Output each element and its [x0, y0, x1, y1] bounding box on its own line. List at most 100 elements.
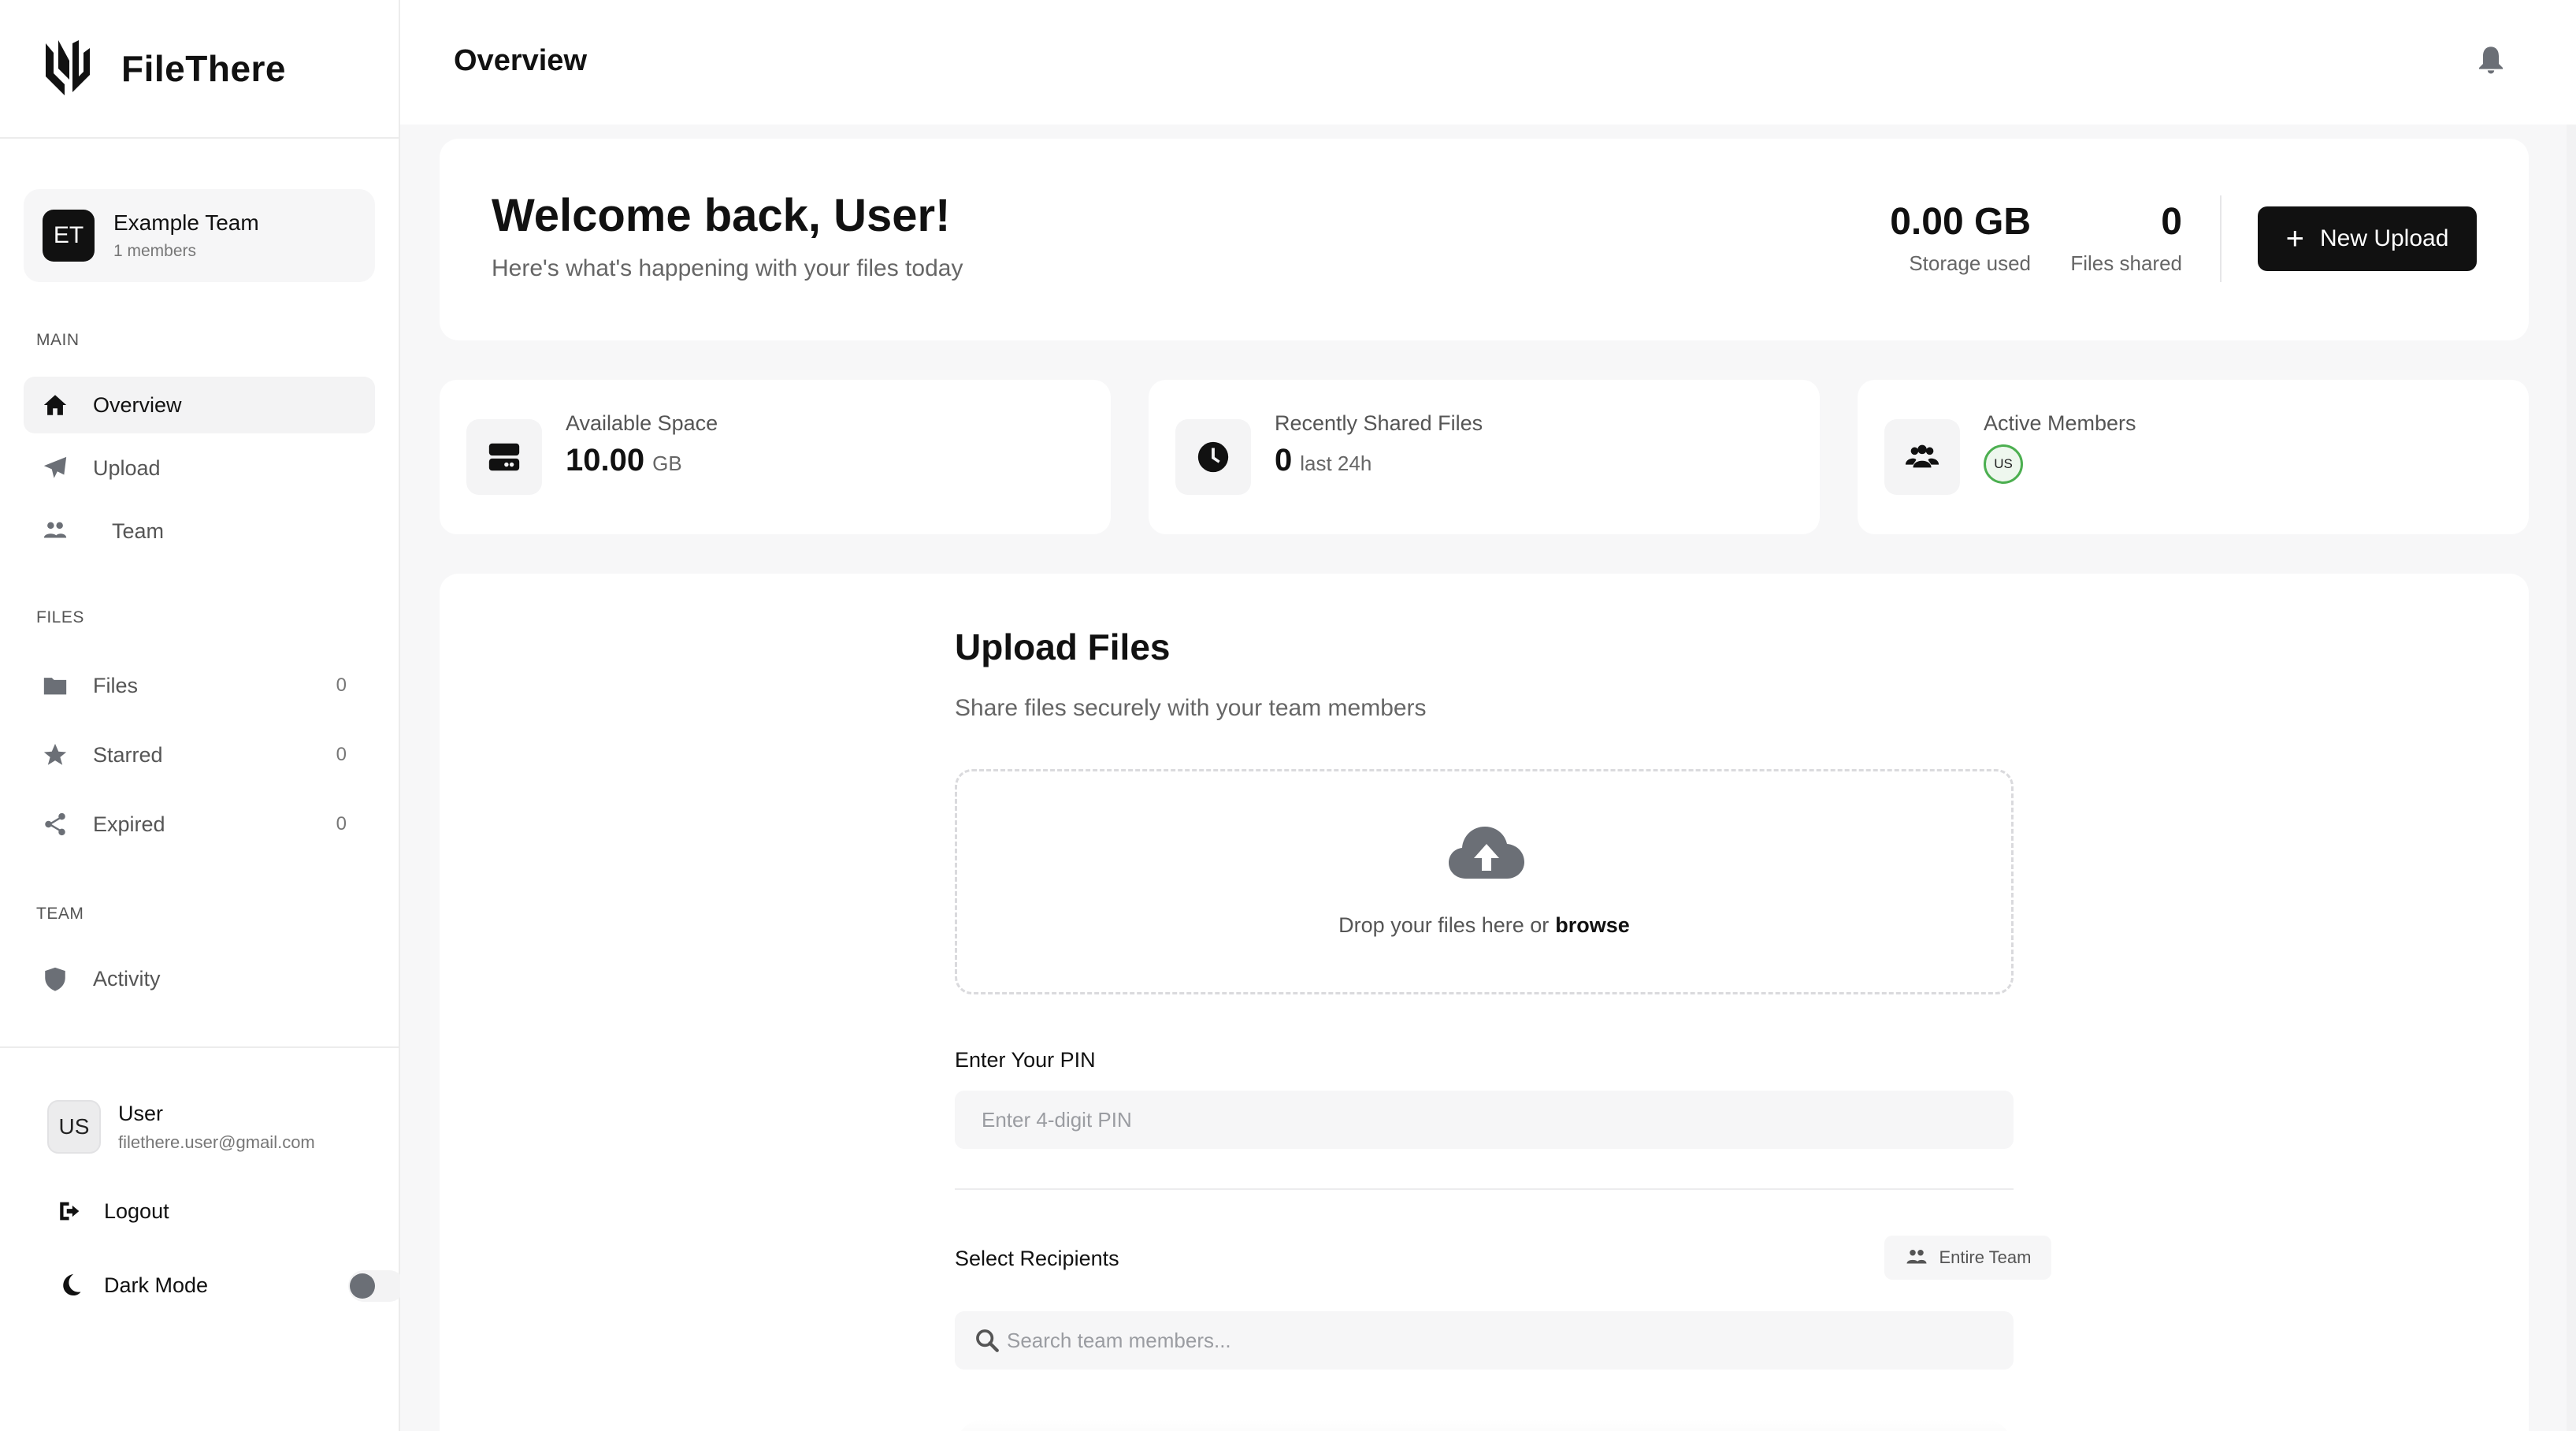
welcome-subtitle: Here's what's happening with your files …: [492, 255, 963, 281]
user-profile[interactable]: US User filethere.user@gmail.com: [47, 1100, 315, 1154]
clock-icon: [1175, 419, 1251, 495]
users-icon: [1906, 1250, 1926, 1264]
notifications-button[interactable]: [2475, 44, 2507, 76]
dark-mode-row: Dark Mode: [57, 1270, 405, 1302]
available-space-value: 10.00: [566, 443, 645, 478]
users-icon: [1884, 419, 1960, 495]
server-icon: [466, 419, 542, 495]
upload-panel: Upload Files Share files securely with y…: [440, 574, 2529, 1431]
sidebar-item-upload[interactable]: Upload: [24, 440, 375, 496]
home-icon: [39, 389, 71, 421]
sidebar-item-overview[interactable]: Overview: [24, 377, 375, 433]
shield-icon: [39, 963, 71, 994]
pin-input[interactable]: [955, 1091, 2014, 1149]
sidebar-item-label: Team: [112, 519, 165, 543]
team-member-count: 1 members: [113, 242, 197, 260]
upload-title: Upload Files: [955, 626, 1171, 667]
sidebar-item-label: Starred: [93, 742, 163, 767]
recipients-label: Select Recipients: [955, 1247, 1119, 1270]
filethere-logo-icon: [46, 40, 90, 95]
entire-team-button[interactable]: Entire Team: [1884, 1236, 2051, 1280]
files-shared-value: 0: [2161, 201, 2182, 243]
page-title: Overview: [454, 44, 587, 77]
upload-subtitle: Share files securely with your team memb…: [955, 695, 1427, 721]
user-email: filethere.user@gmail.com: [118, 1132, 315, 1152]
sidebar-item-label: Overview: [93, 392, 182, 417]
available-space-card: Available Space 10.00 GB: [440, 380, 1111, 534]
plus-icon: +: [2285, 221, 2304, 256]
share-nodes-icon: [39, 808, 71, 840]
scrollbar[interactable]: [2567, 125, 2576, 1431]
browse-link[interactable]: browse: [1555, 913, 1630, 937]
welcome-card: Welcome back, User! Here's what's happen…: [440, 139, 2529, 340]
search-icon: [976, 1329, 999, 1352]
recently-shared-value: 0: [1275, 443, 1293, 478]
sidebar-item-label: Files: [93, 673, 139, 697]
storage-used-value: 0.00 GB: [1890, 201, 2031, 243]
section-label-team: TEAM: [36, 905, 84, 923]
dark-mode-label: Dark Mode: [104, 1273, 209, 1297]
file-dropzone[interactable]: Drop your files here or browse: [955, 769, 2014, 994]
logout-icon: [60, 1202, 80, 1221]
sidebar-item-team[interactable]: Team: [24, 503, 375, 559]
files-shared-stat: 0 Files shared: [2070, 200, 2182, 276]
sidebar-divider: [0, 1046, 400, 1048]
cloud-upload-icon: [1449, 827, 1524, 879]
dropzone-text: Drop your files here or: [1338, 913, 1550, 937]
moon-icon: [63, 1273, 81, 1296]
storage-used-stat: 0.00 GB Storage used: [1890, 200, 2031, 276]
sidebar-item-label: Activity: [93, 966, 161, 991]
new-upload-label: New Upload: [2319, 225, 2449, 251]
sidebar-item-files[interactable]: Files 0: [24, 657, 375, 714]
member-avatar[interactable]: US: [1984, 444, 2023, 484]
sidebar-item-starred[interactable]: Starred 0: [24, 727, 375, 783]
section-label-main: MAIN: [36, 331, 80, 349]
sidebar: FileThere ET Example Team 1 members MAIN…: [0, 0, 405, 1431]
welcome-title: Welcome back, User!: [492, 190, 951, 241]
dropzone-text-row: Drop your files here or browse: [957, 913, 2011, 938]
recipient-search: [955, 1311, 2014, 1370]
bell-icon: [2479, 46, 2503, 74]
recently-shared-value-row: 0 last 24h: [1275, 443, 1372, 478]
available-space-title: Available Space: [566, 411, 718, 435]
brand[interactable]: FileThere: [0, 0, 399, 139]
available-space-value-row: 10.00 GB: [566, 443, 682, 478]
active-members-title: Active Members: [1984, 411, 2136, 435]
topbar: Overview: [400, 0, 2576, 125]
logout-label: Logout: [104, 1199, 169, 1223]
user-name: User: [118, 1101, 164, 1125]
new-upload-button[interactable]: + New Upload: [2258, 206, 2477, 271]
recently-shared-unit: last 24h: [1300, 452, 1372, 475]
storage-used-label: Storage used: [1909, 251, 2031, 275]
sidebar-item-label: Expired: [93, 812, 165, 836]
pin-label: Enter Your PIN: [955, 1048, 1096, 1072]
user-avatar: US: [47, 1100, 101, 1154]
folder-icon: [39, 670, 71, 701]
sidebar-item-count: 0: [336, 675, 347, 696]
active-members-card: Active Members US: [1858, 380, 2529, 534]
recently-shared-card: Recently Shared Files 0 last 24h: [1149, 380, 1820, 534]
section-divider: [955, 1188, 2014, 1190]
sidebar-item-count: 0: [336, 813, 347, 834]
users-icon: [39, 515, 71, 547]
available-space-unit: GB: [652, 452, 682, 475]
paper-plane-icon: [39, 452, 71, 484]
entire-team-label: Entire Team: [1939, 1247, 2032, 1267]
team-name: Example Team: [113, 210, 259, 235]
main-content: Overview Welcome back, User! Here's what…: [400, 0, 2576, 1431]
stats-divider: [2220, 195, 2222, 282]
dark-mode-toggle[interactable]: [348, 1270, 405, 1302]
logout-button[interactable]: Logout: [57, 1198, 169, 1225]
team-avatar: ET: [43, 210, 95, 262]
files-shared-label: Files shared: [2070, 251, 2182, 275]
sidebar-item-expired[interactable]: Expired 0: [24, 796, 375, 853]
search-input[interactable]: [955, 1311, 2014, 1370]
toggle-knob: [350, 1273, 375, 1299]
team-switcher[interactable]: ET Example Team 1 members: [24, 189, 375, 282]
star-icon: [39, 739, 71, 771]
section-label-files: FILES: [36, 608, 84, 626]
sidebar-item-label: Upload: [93, 455, 161, 480]
brand-name: FileThere: [121, 48, 287, 89]
recently-shared-title: Recently Shared Files: [1275, 411, 1483, 435]
sidebar-item-activity[interactable]: Activity: [24, 950, 375, 1007]
